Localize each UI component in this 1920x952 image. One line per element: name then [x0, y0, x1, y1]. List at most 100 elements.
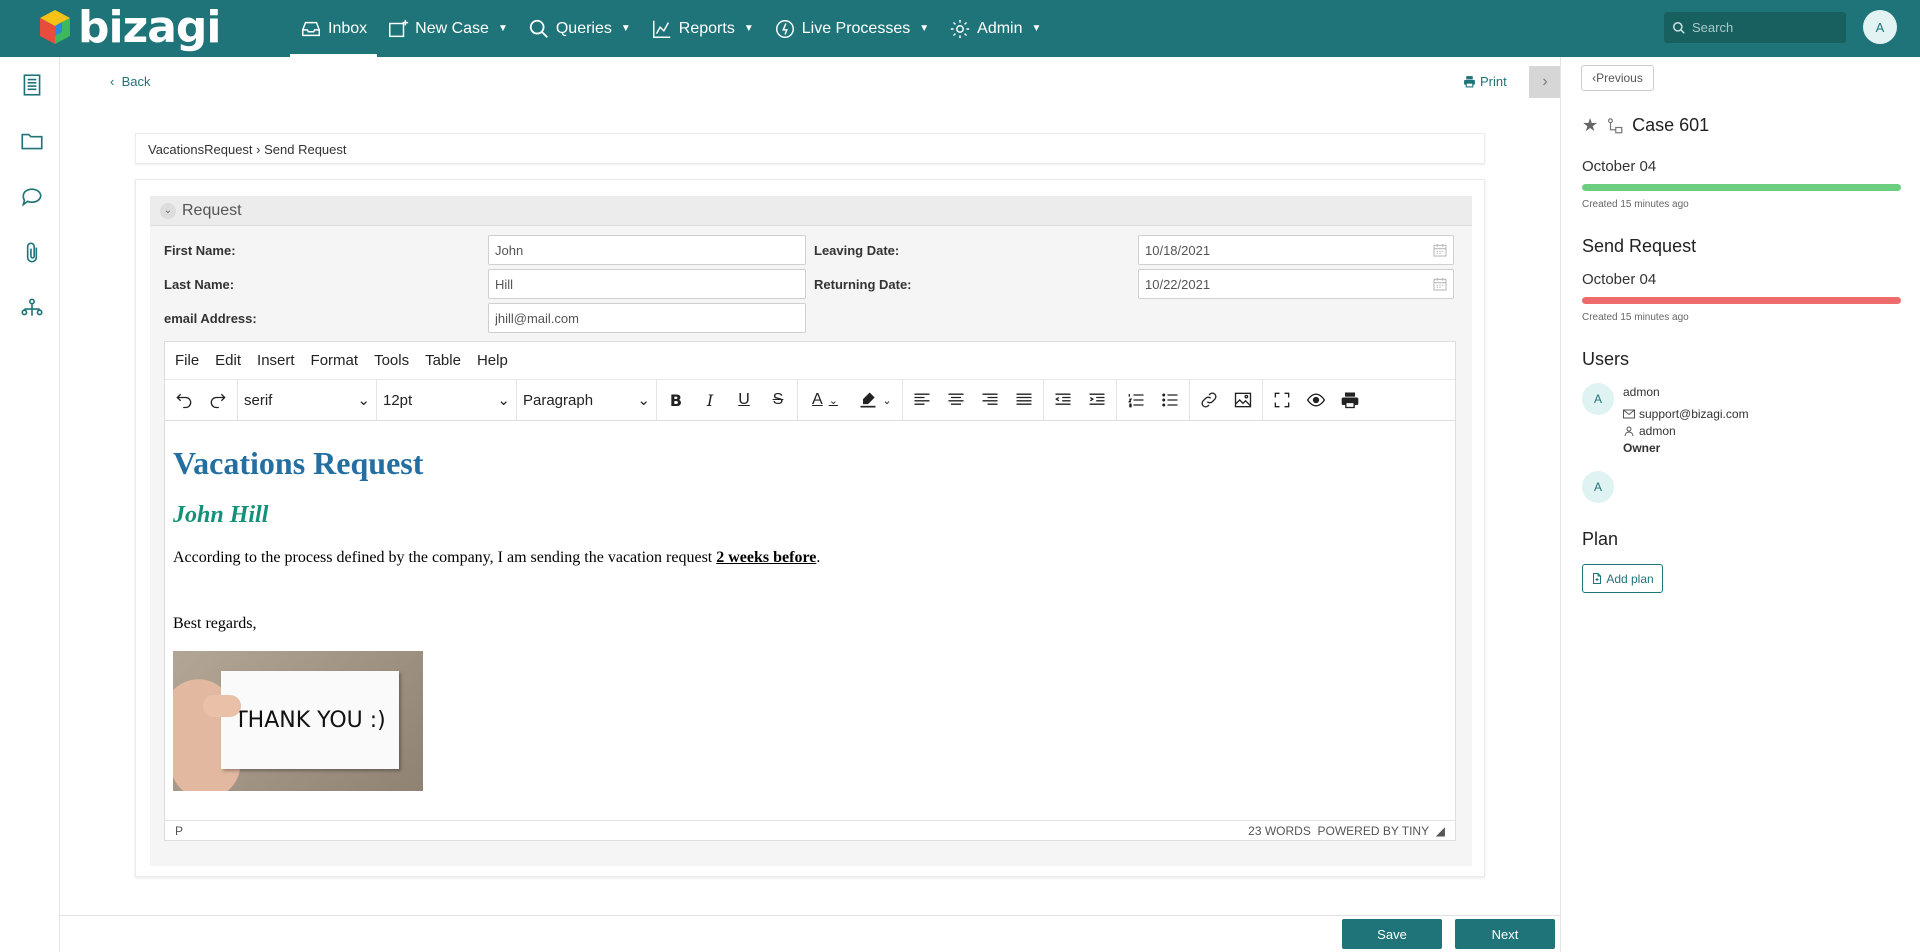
first-name-label: First Name:: [164, 243, 236, 258]
font-family-select[interactable]: serif ⌄: [238, 385, 376, 415]
font-size-value: 12pt: [383, 391, 413, 409]
numbered-list-button[interactable]: [1119, 385, 1153, 415]
star-icon[interactable]: ★: [1582, 115, 1598, 136]
search-input[interactable]: [1692, 20, 1832, 35]
logo-text: bizagi: [78, 1, 221, 53]
element-path[interactable]: P: [175, 824, 183, 838]
highlight-color-button[interactable]: ⌄: [850, 385, 900, 415]
underline-button[interactable]: U: [727, 385, 761, 415]
first-name-field[interactable]: [488, 235, 806, 265]
process-icon[interactable]: [19, 295, 45, 321]
caret-down-icon: ▼: [1031, 23, 1042, 34]
menu-edit[interactable]: Edit: [215, 352, 241, 369]
history-group: [165, 379, 238, 421]
folder-icon[interactable]: [19, 128, 45, 154]
request-group-header[interactable]: ⌄ Request: [150, 196, 1472, 226]
previous-button[interactable]: ‹ Previous: [1581, 65, 1654, 91]
menu-file[interactable]: File: [175, 352, 199, 369]
thank-you-image[interactable]: THANK YOU :): [173, 651, 423, 791]
align-center-button[interactable]: [939, 385, 973, 415]
collapse-panel-button[interactable]: ›: [1529, 66, 1561, 98]
justify-button[interactable]: [1007, 385, 1041, 415]
thumb-shape: [203, 695, 241, 717]
powered-by[interactable]: POWERED BY TINY: [1318, 824, 1430, 838]
block-format-select[interactable]: Paragraph ⌄: [517, 385, 656, 415]
document-icon[interactable]: [19, 72, 45, 98]
nav-inbox[interactable]: Inbox: [290, 0, 378, 57]
font-family-group: serif ⌄: [238, 379, 377, 421]
font-size-select[interactable]: 12pt ⌄: [377, 385, 516, 415]
link-button[interactable]: [1192, 385, 1226, 415]
preview-button[interactable]: [1299, 385, 1333, 415]
envelope-icon: [1623, 409, 1635, 419]
menu-tools[interactable]: Tools: [374, 352, 409, 369]
strikethrough-button[interactable]: S: [761, 385, 795, 415]
global-search[interactable]: [1664, 12, 1846, 43]
undo-icon: [176, 393, 192, 409]
print-link[interactable]: Print: [1463, 74, 1507, 89]
image-button[interactable]: [1226, 385, 1260, 415]
menu-format[interactable]: Format: [311, 352, 359, 369]
align-left-icon: [914, 393, 930, 405]
save-button[interactable]: Save: [1342, 919, 1442, 949]
add-plan-button[interactable]: Add plan: [1582, 564, 1663, 593]
indent-button[interactable]: [1080, 385, 1114, 415]
chevron-down-icon: ⌄: [357, 392, 370, 409]
text-color-button[interactable]: A ⌄: [800, 385, 850, 415]
outdent-button[interactable]: [1046, 385, 1080, 415]
calendar-icon[interactable]: [1432, 242, 1448, 258]
doc-heading: Vacations Request: [173, 445, 424, 481]
menu-table[interactable]: Table: [425, 352, 461, 369]
top-navigation-bar: bizagi Inbox New Case ▼ Queries ▼ Reports ▼…: [0, 0, 1920, 57]
nav-new-case[interactable]: New Case ▼: [377, 0, 518, 57]
block-format-value: Paragraph: [523, 391, 594, 409]
user-avatar[interactable]: A: [1582, 383, 1614, 415]
editor-toolbar: serif ⌄ 12pt ⌄ Paragraph ⌄ B I U S A ⌄ ⌄: [165, 379, 1455, 421]
statusbar-right: 23 WORDS POWERED BY TINY ◢: [1248, 824, 1445, 838]
editor-content[interactable]: Vacations Request John Hill According to…: [165, 421, 1455, 820]
print-icon: [1464, 76, 1475, 88]
case-title: Case 601: [1632, 115, 1710, 135]
chat-icon[interactable]: [19, 184, 45, 210]
caret-down-icon: ▼: [497, 23, 508, 34]
menu-help[interactable]: Help: [477, 352, 508, 369]
nav-live-processes[interactable]: Live Processes ▼: [764, 0, 939, 57]
menu-insert[interactable]: Insert: [257, 352, 295, 369]
last-name-field[interactable]: [488, 269, 806, 299]
user-avatar-secondary[interactable]: A: [1582, 471, 1614, 503]
leaving-date-field[interactable]: [1138, 235, 1454, 265]
task-title: Send Request: [1582, 236, 1697, 256]
nav-admin[interactable]: Admin ▼: [939, 0, 1051, 57]
align-right-button[interactable]: [973, 385, 1007, 415]
editor-menubar: File Edit Insert Format Tools Table Help: [165, 342, 1455, 380]
word-count[interactable]: 23 WORDS: [1248, 824, 1311, 838]
nav-queries[interactable]: Queries ▼: [518, 0, 641, 57]
next-button[interactable]: Next: [1455, 919, 1555, 949]
print-button[interactable]: [1333, 385, 1367, 415]
nav-reports-label: Reports: [678, 19, 735, 37]
breadcrumb-text: VacationsRequest › Send Request: [148, 142, 347, 157]
returning-date-field[interactable]: [1138, 269, 1454, 299]
calendar-icon[interactable]: [1432, 276, 1448, 292]
align-group: [903, 379, 1044, 421]
add-plan-label: Add plan: [1606, 571, 1654, 586]
back-link[interactable]: ‹ Back: [110, 74, 150, 89]
redo-button[interactable]: [201, 385, 235, 415]
user-avatar[interactable]: A: [1863, 10, 1897, 44]
nav-reports[interactable]: Reports ▼: [641, 0, 764, 57]
logo-mark-icon: [40, 10, 70, 44]
email-field[interactable]: [488, 303, 806, 333]
live-processes-icon: [775, 19, 794, 38]
undo-button[interactable]: [167, 385, 201, 415]
paperclip-icon[interactable]: [19, 240, 45, 266]
bold-button[interactable]: B: [659, 385, 693, 415]
insert-group: [1190, 379, 1263, 421]
italic-button[interactable]: I: [693, 385, 727, 415]
align-left-button[interactable]: [905, 385, 939, 415]
bullet-list-button[interactable]: [1153, 385, 1187, 415]
fullscreen-button[interactable]: [1265, 385, 1299, 415]
bizagi-logo[interactable]: bizagi: [38, 1, 221, 53]
resize-handle-icon[interactable]: ◢: [1436, 824, 1445, 838]
list-group: [1117, 379, 1190, 421]
previous-label: Previous: [1596, 71, 1643, 85]
